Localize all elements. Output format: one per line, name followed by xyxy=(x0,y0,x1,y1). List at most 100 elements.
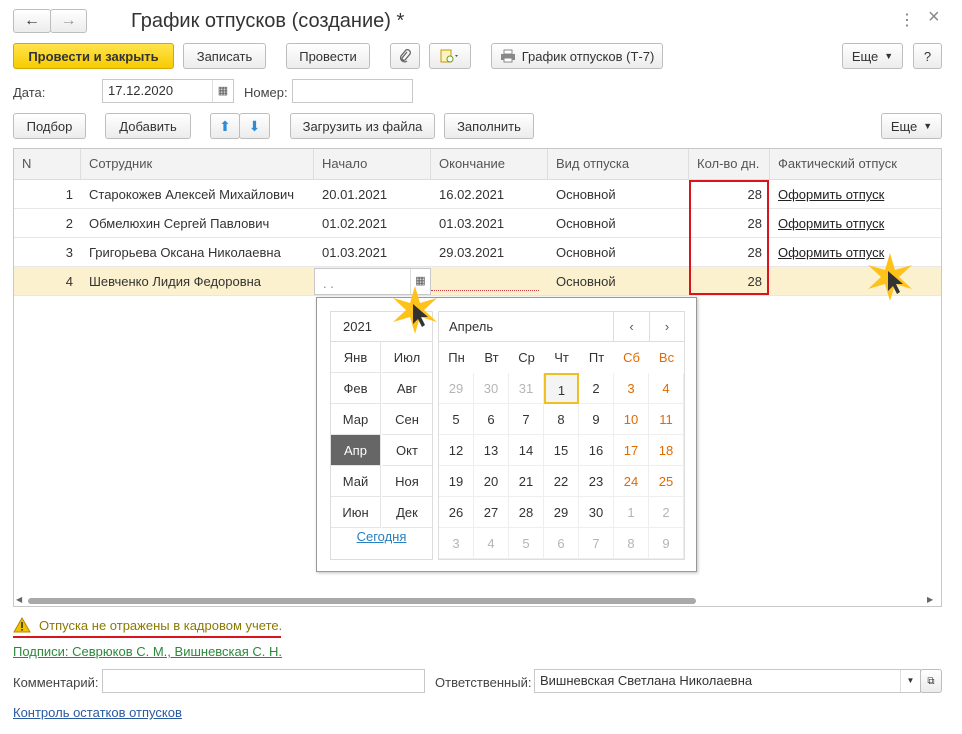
month-cell[interactable]: Янв xyxy=(331,342,381,373)
number-field[interactable] xyxy=(292,79,413,103)
day-cell[interactable]: 7 xyxy=(579,528,614,559)
day-cell[interactable]: 6 xyxy=(544,528,579,559)
day-cell[interactable]: 5 xyxy=(439,404,474,435)
forward-button[interactable]: → xyxy=(50,9,87,33)
day-cell[interactable]: 16 xyxy=(579,435,614,466)
column-header-n[interactable]: N xyxy=(14,149,81,180)
day-cell[interactable]: 4 xyxy=(474,528,509,559)
vacation-type-cell[interactable]: Основной xyxy=(548,180,616,209)
day-cell[interactable]: 19 xyxy=(439,466,474,497)
responsible-field[interactable]: Вишневская Светлана Николаевна ▼ xyxy=(534,669,921,693)
month-cell[interactable]: Июн xyxy=(331,497,381,528)
chevron-down-icon[interactable]: ▼ xyxy=(900,670,920,692)
end-date-cell[interactable] xyxy=(431,267,539,291)
day-cell[interactable]: 14 xyxy=(509,435,544,466)
save-button[interactable]: Записать xyxy=(183,43,266,69)
scroll-left-arrow[interactable]: ◀ xyxy=(16,595,22,604)
start-date-cell[interactable]: 20.01.2021 xyxy=(314,180,387,209)
day-cell[interactable]: 10 xyxy=(614,404,649,435)
day-cell[interactable]: 29 xyxy=(439,373,474,404)
day-cell[interactable]: 30 xyxy=(474,373,509,404)
add-button[interactable]: Добавить xyxy=(105,113,191,139)
day-cell[interactable]: 15 xyxy=(544,435,579,466)
move-down-button[interactable]: ⬇ xyxy=(239,113,270,139)
more-menu-icon[interactable]: ⋮ xyxy=(899,10,915,30)
month-cell[interactable]: Ноя xyxy=(382,466,432,497)
select-button[interactable]: Подбор xyxy=(13,113,86,139)
month-cell[interactable]: Мар xyxy=(331,404,381,435)
month-cell[interactable]: Июл xyxy=(382,342,432,373)
table-row[interactable]: 2 Обмелюхин Сергей Павлович 01.02.2021 0… xyxy=(14,209,941,238)
month-cell[interactable]: Окт xyxy=(382,435,432,466)
column-header-start[interactable]: Начало xyxy=(314,149,431,180)
attach-button[interactable] xyxy=(390,43,420,69)
register-vacation-link[interactable]: Оформить отпуск xyxy=(770,180,884,209)
vacation-type-cell[interactable]: Основной xyxy=(548,209,616,238)
next-month-button[interactable]: › xyxy=(650,312,684,342)
day-cell[interactable]: 18 xyxy=(649,435,684,466)
day-cell[interactable]: 25 xyxy=(649,466,684,497)
table-row[interactable]: 1 Старокожев Алексей Михайлович 20.01.20… xyxy=(14,180,941,209)
day-cell[interactable]: 6 xyxy=(474,404,509,435)
open-responsible-button[interactable]: ⧉ xyxy=(920,669,942,693)
comment-field[interactable] xyxy=(102,669,425,693)
day-cell[interactable]: 1 xyxy=(614,497,649,528)
post-button[interactable]: Провести xyxy=(286,43,370,69)
move-up-button[interactable]: ⬆ xyxy=(210,113,240,139)
day-cell[interactable]: 8 xyxy=(544,404,579,435)
day-cell[interactable]: 27 xyxy=(474,497,509,528)
day-cell[interactable]: 28 xyxy=(509,497,544,528)
day-cell[interactable]: 26 xyxy=(439,497,474,528)
month-cell[interactable]: Авг xyxy=(382,373,432,404)
fill-button[interactable]: Заполнить xyxy=(444,113,534,139)
day-cell[interactable]: 13 xyxy=(474,435,509,466)
more-button[interactable]: Еще ▼ xyxy=(842,43,903,69)
day-cell[interactable]: 4 xyxy=(649,373,684,404)
day-cell[interactable]: 23 xyxy=(579,466,614,497)
help-button[interactable]: ? xyxy=(913,43,942,69)
day-cell[interactable]: 5 xyxy=(509,528,544,559)
day-cell[interactable]: 12 xyxy=(439,435,474,466)
back-button[interactable]: ← xyxy=(13,9,51,33)
register-vacation-link[interactable] xyxy=(770,267,778,296)
load-from-file-button[interactable]: Загрузить из файла xyxy=(290,113,435,139)
end-date-cell[interactable]: 01.03.2021 xyxy=(431,209,504,238)
month-cell[interactable]: Май xyxy=(331,466,381,497)
end-date-cell[interactable]: 29.03.2021 xyxy=(431,238,504,267)
end-date-cell[interactable]: 16.02.2021 xyxy=(431,180,504,209)
day-cell[interactable]: 2 xyxy=(579,373,614,404)
employee-cell[interactable]: Обмелюхин Сергей Павлович xyxy=(81,209,269,238)
day-cell[interactable]: 2 xyxy=(649,497,684,528)
control-balances-link[interactable]: Контроль остатков отпусков xyxy=(13,705,182,720)
day-cell[interactable]: 9 xyxy=(579,404,614,435)
column-header-actual[interactable]: Фактический отпуск xyxy=(770,149,941,180)
prev-month-button[interactable]: ‹ xyxy=(614,312,650,342)
create-based-on-button[interactable] xyxy=(429,43,471,69)
day-cell[interactable]: 22 xyxy=(544,466,579,497)
month-cell[interactable]: Фев xyxy=(331,373,381,404)
table-more-button[interactable]: Еще ▼ xyxy=(881,113,942,139)
day-cell[interactable]: 20 xyxy=(474,466,509,497)
day-cell[interactable]: 3 xyxy=(439,528,474,559)
start-date-cell[interactable]: 01.03.2021 xyxy=(314,238,387,267)
month-cell[interactable]: Дек xyxy=(382,497,432,528)
day-cell[interactable]: 31 xyxy=(509,373,544,404)
column-header-end[interactable]: Окончание xyxy=(431,149,548,180)
day-cell[interactable]: 7 xyxy=(509,404,544,435)
employee-cell[interactable]: Шевченко Лидия Федоровна xyxy=(81,267,261,296)
table-row-selected[interactable]: 4 Шевченко Лидия Федоровна . . ▦ Основно… xyxy=(14,267,941,296)
day-cell[interactable]: 1 xyxy=(544,373,579,404)
month-cell[interactable]: Сен xyxy=(382,404,432,435)
day-cell[interactable]: 11 xyxy=(649,404,684,435)
vacation-type-cell[interactable]: Основной xyxy=(548,238,616,267)
horizontal-scrollbar[interactable] xyxy=(28,598,696,604)
column-header-employee[interactable]: Сотрудник xyxy=(81,149,314,180)
register-vacation-link[interactable]: Оформить отпуск xyxy=(770,209,884,238)
vacation-type-cell[interactable]: Основной xyxy=(548,267,616,296)
employee-cell[interactable]: Старокожев Алексей Михайлович xyxy=(81,180,294,209)
signatures-link[interactable]: Подписи: Севрюков С. М., Вишневская С. Н… xyxy=(13,644,282,659)
month-selector[interactable]: Апрель xyxy=(439,312,614,342)
day-cell[interactable]: 29 xyxy=(544,497,579,528)
print-t7-button[interactable]: График отпусков (Т-7) xyxy=(491,43,663,69)
post-and-close-button[interactable]: Провести и закрыть xyxy=(13,43,174,69)
